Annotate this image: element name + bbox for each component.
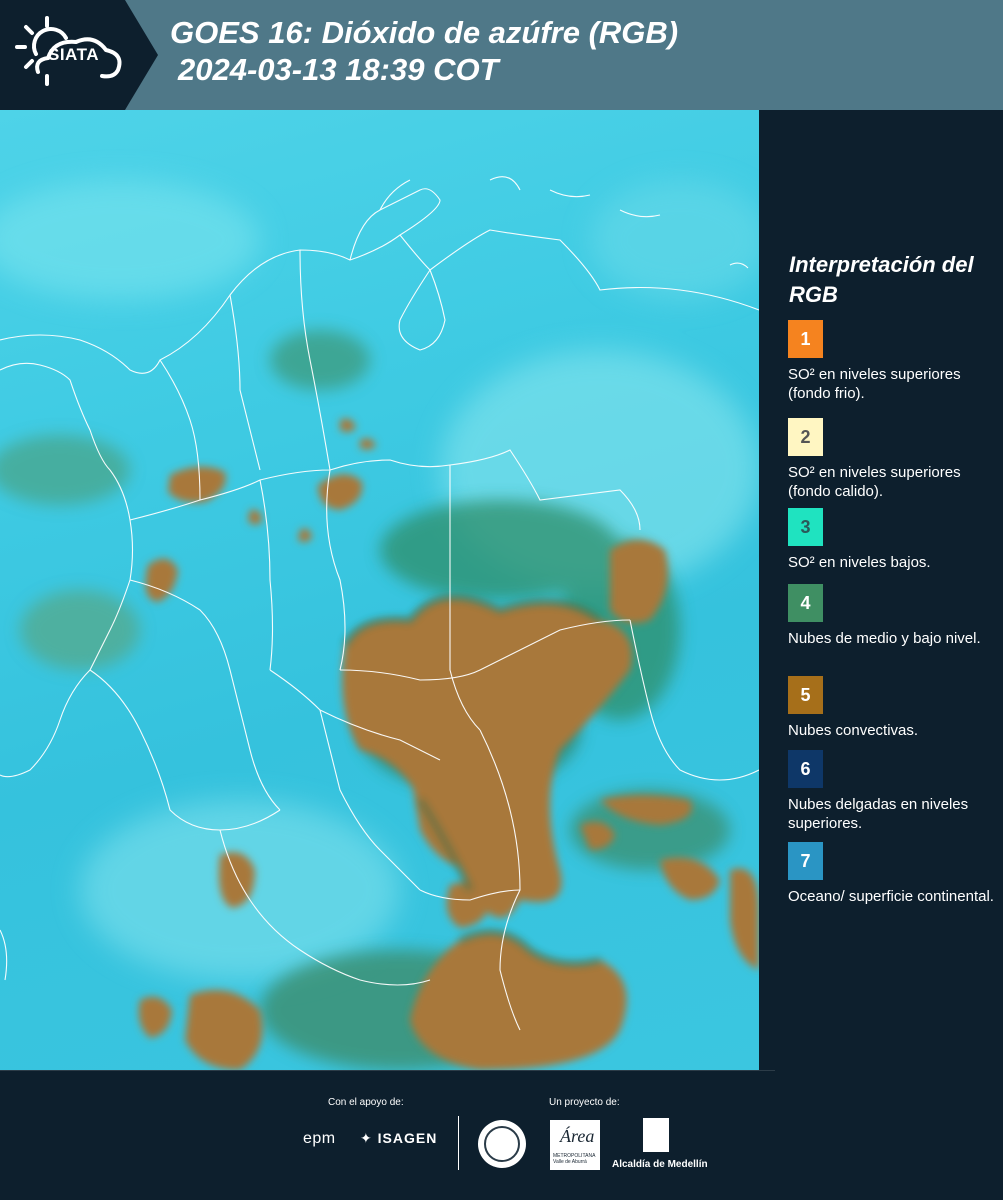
medellin-seal-logo[interactable] <box>478 1120 526 1168</box>
legend-item-7: 7 Oceano/ superficie continental. <box>788 842 998 906</box>
legend-item-6: 6 Nubes delgadas en niveles superiores. <box>788 750 998 833</box>
alcaldia-label: Alcaldía de Medellín <box>612 1159 708 1170</box>
legend-swatch: 4 <box>788 584 823 622</box>
footer: Con el apoyo de: Un proyecto de: epm ✦ I… <box>0 1070 1003 1200</box>
title-timestamp: 2024-03-13 18:39 COT <box>178 52 499 87</box>
legend-item-2: 2 SO² en niveles superiores (fondo calid… <box>788 418 998 503</box>
project-label: Un proyecto de: <box>549 1097 620 1108</box>
seal-icon <box>484 1126 520 1162</box>
legend-swatch: 2 <box>788 418 823 456</box>
title-product: GOES 16: Dióxido de azúfre (RGB) <box>170 15 679 50</box>
epm-logo[interactable]: epm <box>303 1130 336 1148</box>
area-metropolitana-logo[interactable]: Área METROPOLITANA Valle de Aburrá <box>550 1120 600 1170</box>
isagen-icon: ✦ <box>360 1130 378 1146</box>
legend-number: 3 <box>800 516 811 537</box>
legend-number: 6 <box>800 758 811 779</box>
siata-logo[interactable]: SIATA <box>0 0 158 110</box>
logo-text: SIATA <box>48 45 99 64</box>
page-title: GOES 16: Dióxido de azúfre (RGB) 2024-03… <box>170 14 678 88</box>
legend-number: 5 <box>800 684 811 705</box>
legend-swatch: 5 <box>788 676 823 714</box>
header-bar: SIATA GOES 16: Dióxido de azúfre (RGB) 2… <box>0 0 1003 110</box>
isagen-text: ISAGEN <box>377 1130 438 1146</box>
legend-text: SO² en niveles bajos. <box>788 554 931 571</box>
legend-swatch: 7 <box>788 842 823 880</box>
legend-text: Nubes convectivas. <box>788 722 919 739</box>
legend-text: SO² en niveles superiores (fondo calido)… <box>788 464 961 500</box>
area-word: Área <box>560 1126 595 1146</box>
legend-number: 1 <box>800 328 811 349</box>
legend-panel: Interpretación del RGB 1 SO² en niveles … <box>759 110 1003 1070</box>
legend-swatch: 6 <box>788 750 823 788</box>
isagen-logo[interactable]: ✦ ISAGEN <box>360 1130 437 1147</box>
logo-divider <box>458 1116 459 1170</box>
legend-text: SO² en niveles superiores (fondo frio). <box>788 366 961 402</box>
legend-text: Nubes delgadas en niveles superiores. <box>788 796 969 832</box>
legend-text: Nubes de medio y bajo nivel. <box>788 630 981 647</box>
legend-text: Oceano/ superficie continental. <box>788 888 994 905</box>
legend-item-5: 5 Nubes convectivas. <box>788 676 998 740</box>
legend-swatch: 1 <box>788 320 823 358</box>
legend-title: Interpretación del RGB <box>789 252 974 307</box>
satellite-image <box>0 176 759 1070</box>
legend-swatch: 3 <box>788 508 823 546</box>
support-label: Con el apoyo de: <box>328 1097 404 1108</box>
footer-divider <box>0 1070 775 1071</box>
satellite-map[interactable] <box>0 110 759 1070</box>
legend-number: 7 <box>800 850 811 871</box>
legend-item-1: 1 SO² en niveles superiores (fondo frio)… <box>788 320 998 403</box>
legend-item-4: 4 Nubes de medio y bajo nivel. <box>788 584 998 648</box>
legend-item-3: 3 SO² en niveles bajos. <box>788 508 998 572</box>
legend-number: 4 <box>800 592 811 613</box>
area-subtitle: METROPOLITANA Valle de Aburrá <box>553 1153 596 1165</box>
alcaldia-shield-icon[interactable] <box>643 1118 669 1152</box>
legend-number: 2 <box>800 426 811 447</box>
